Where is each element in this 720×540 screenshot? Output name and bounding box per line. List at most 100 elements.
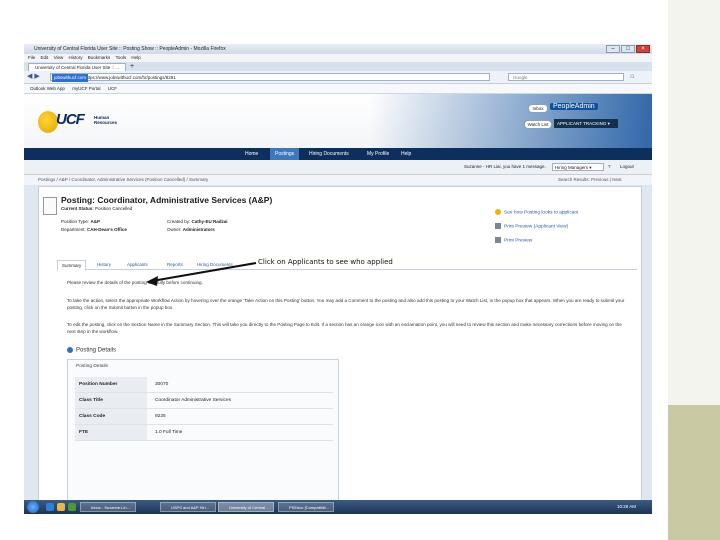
ucf-logo[interactable]: UCF Human Resources: [38, 109, 148, 139]
address-bar[interactable]: jobswithucf.com https://www.jobswithucf.…: [50, 73, 490, 82]
window-title: University of Central Florida User Site …: [34, 46, 226, 52]
close-icon[interactable]: ×: [636, 45, 650, 53]
browser-navbar: ◀ ▶ jobswithucf.com https://www.jobswith…: [24, 71, 652, 84]
printer-icon: [495, 223, 501, 229]
created-by: Created by: Cathy-EU Radzai: [167, 219, 228, 224]
applicant-view-label: See how Posting looks to applicant: [504, 210, 579, 216]
menu-edit[interactable]: Edit: [41, 55, 49, 60]
browser-menubar: File Edit View History Bookmarks Tools H…: [24, 54, 652, 62]
star-icon: [495, 209, 501, 215]
created-by-value: Cathy-EU Radzai: [191, 219, 228, 224]
user-status-row: Suzanne - HR Liai, you have 1 message. H…: [24, 160, 652, 175]
table-row: Class Code 9225: [75, 409, 333, 425]
tab-hiring-documents[interactable]: Hiring Documents: [193, 260, 237, 269]
printer-icon: [495, 237, 501, 243]
department-value: CAH-Dean's Office: [87, 227, 127, 232]
breadcrumb[interactable]: Postings / A&P / Coordinator, Administra…: [38, 175, 208, 185]
header-tools: Inbox PeopleAdmin Watch List APPLICANT T…: [522, 102, 642, 146]
menu-tools[interactable]: Tools: [116, 55, 127, 60]
logo-text: UCF: [56, 111, 85, 128]
breadcrumb-row: Postings / A&P / Coordinator, Administra…: [24, 175, 652, 185]
maximize-icon[interactable]: □: [621, 45, 635, 53]
logo-subtitle: Human Resources: [94, 115, 118, 125]
role-select[interactable]: Hiring Managers ▾: [552, 163, 604, 171]
folder-icon[interactable]: [57, 503, 65, 511]
nav-help[interactable]: Help: [396, 148, 416, 160]
tab-history[interactable]: History: [93, 260, 115, 269]
new-tab-icon[interactable]: +: [130, 63, 134, 71]
bookmark-myucf[interactable]: myUCF Portal: [72, 86, 100, 91]
table-row: FTE 1.0 Full Time: [75, 425, 333, 441]
address-text: https://www.jobswithucf.com/hr/postings/…: [85, 75, 176, 80]
menu-help[interactable]: Help: [131, 55, 140, 60]
posting-details-heading: Posting Details: [67, 347, 116, 354]
help-icon[interactable]: ?: [608, 160, 611, 174]
nav-my-profile[interactable]: My Profile: [362, 148, 394, 160]
app-selector[interactable]: APPLICANT TRACKING ▾: [554, 119, 618, 128]
table-row: Class Title Coordinator Administrative Se…: [75, 393, 333, 409]
detail-value: Coordinator Administrative Services: [155, 398, 231, 403]
print-preview-link[interactable]: Print Preview: [495, 237, 635, 251]
collapse-icon[interactable]: [67, 347, 73, 353]
media-icon[interactable]: [68, 503, 76, 511]
tab-reports[interactable]: Reports: [163, 260, 187, 269]
tab-summary[interactable]: Summary: [57, 260, 87, 271]
ie-icon[interactable]: [46, 503, 54, 511]
detail-label: Class Title: [75, 393, 147, 408]
owner: Owner: Administrators: [167, 227, 215, 232]
bookmark-ucf[interactable]: UCF: [108, 86, 117, 91]
search-results-nav[interactable]: Search Results: Previous | Next: [558, 175, 621, 185]
tab-applicants[interactable]: Applicants: [123, 260, 152, 269]
side-links: See how Posting looks to applicant Print…: [495, 209, 635, 251]
logout-link[interactable]: Logout: [620, 160, 634, 174]
workflow-instructions: To take the action, select the appropria…: [67, 298, 625, 310]
bookmark-outlook[interactable]: Outlook Web App: [30, 86, 65, 91]
browser-window: University of Central Florida User Site …: [24, 44, 652, 514]
task-outlook[interactable]: Inbox - Suzanne.Lin...: [80, 502, 136, 512]
menu-history[interactable]: History: [69, 55, 83, 60]
user-message[interactable]: Suzanne - HR Liai, you have 1 message.: [464, 160, 546, 174]
task-firefox[interactable]: University of Central ...: [218, 502, 274, 512]
browser-tab[interactable]: University of Central Florida User Site …: [28, 63, 126, 71]
task-pse-doc[interactable]: PSEdoc [Compatibili...: [278, 502, 334, 512]
slide-accent-block: [668, 405, 720, 540]
role-select-value: Hiring Managers: [555, 165, 589, 170]
applicant-view-link[interactable]: See how Posting looks to applicant: [495, 209, 635, 223]
menu-file[interactable]: File: [28, 55, 35, 60]
posting-details-heading-text: Posting Details: [76, 347, 117, 354]
document-icon: [43, 197, 57, 215]
detail-label: Class Code: [75, 409, 147, 424]
minimize-icon[interactable]: –: [606, 45, 620, 53]
page-title: Posting: Coordinator, Administrative Ser…: [61, 195, 273, 205]
intro-text: Please review the details of the posting…: [67, 280, 203, 285]
position-type: Position Type: A&P: [61, 219, 100, 224]
window-titlebar: University of Central Florida User Site …: [24, 44, 652, 54]
home-icon[interactable]: ⌂: [630, 72, 634, 82]
inbox-button[interactable]: Inbox: [528, 104, 548, 113]
nav-home[interactable]: Home: [240, 148, 263, 160]
owner-label: Owner:: [167, 227, 182, 232]
detail-value: 1.0 Full Time: [155, 430, 183, 435]
current-status: Current Status: Position Cancelled: [61, 206, 132, 211]
print-preview-applicant-link[interactable]: Print Preview (Applicant View): [495, 223, 635, 237]
nav-postings[interactable]: Postings: [270, 148, 300, 160]
position-type-value: A&P: [90, 219, 100, 224]
window-controls: – □ ×: [606, 45, 650, 53]
site-identity[interactable]: jobswithucf.com: [52, 74, 89, 82]
menu-view[interactable]: View: [54, 55, 64, 60]
back-forward-icon[interactable]: ◀ ▶: [27, 72, 47, 82]
detail-value: 9225: [155, 414, 166, 419]
windows-taskbar: Inbox - Suzanne.Lin... USPS and A&P Hiri…: [24, 500, 652, 514]
detail-value: 30070: [155, 382, 169, 387]
task-word[interactable]: USPS and A&P Hiri...: [160, 502, 216, 512]
browser-tabbar: University of Central Florida User Site …: [24, 62, 652, 71]
start-button-icon[interactable]: [27, 501, 39, 513]
main-nav: Home Postings Hiring Documents My Profil…: [24, 148, 652, 160]
nav-hiring-documents[interactable]: Hiring Documents: [304, 148, 354, 160]
detail-label: FTE: [75, 425, 147, 440]
menu-bookmarks[interactable]: Bookmarks: [88, 55, 111, 60]
watch-list-button[interactable]: Watch List: [524, 120, 552, 129]
department: Department: CAH-Dean's Office: [61, 227, 127, 232]
search-input[interactable]: Google: [508, 73, 624, 81]
print-preview-applicant-label: Print Preview (Applicant View): [504, 224, 569, 230]
